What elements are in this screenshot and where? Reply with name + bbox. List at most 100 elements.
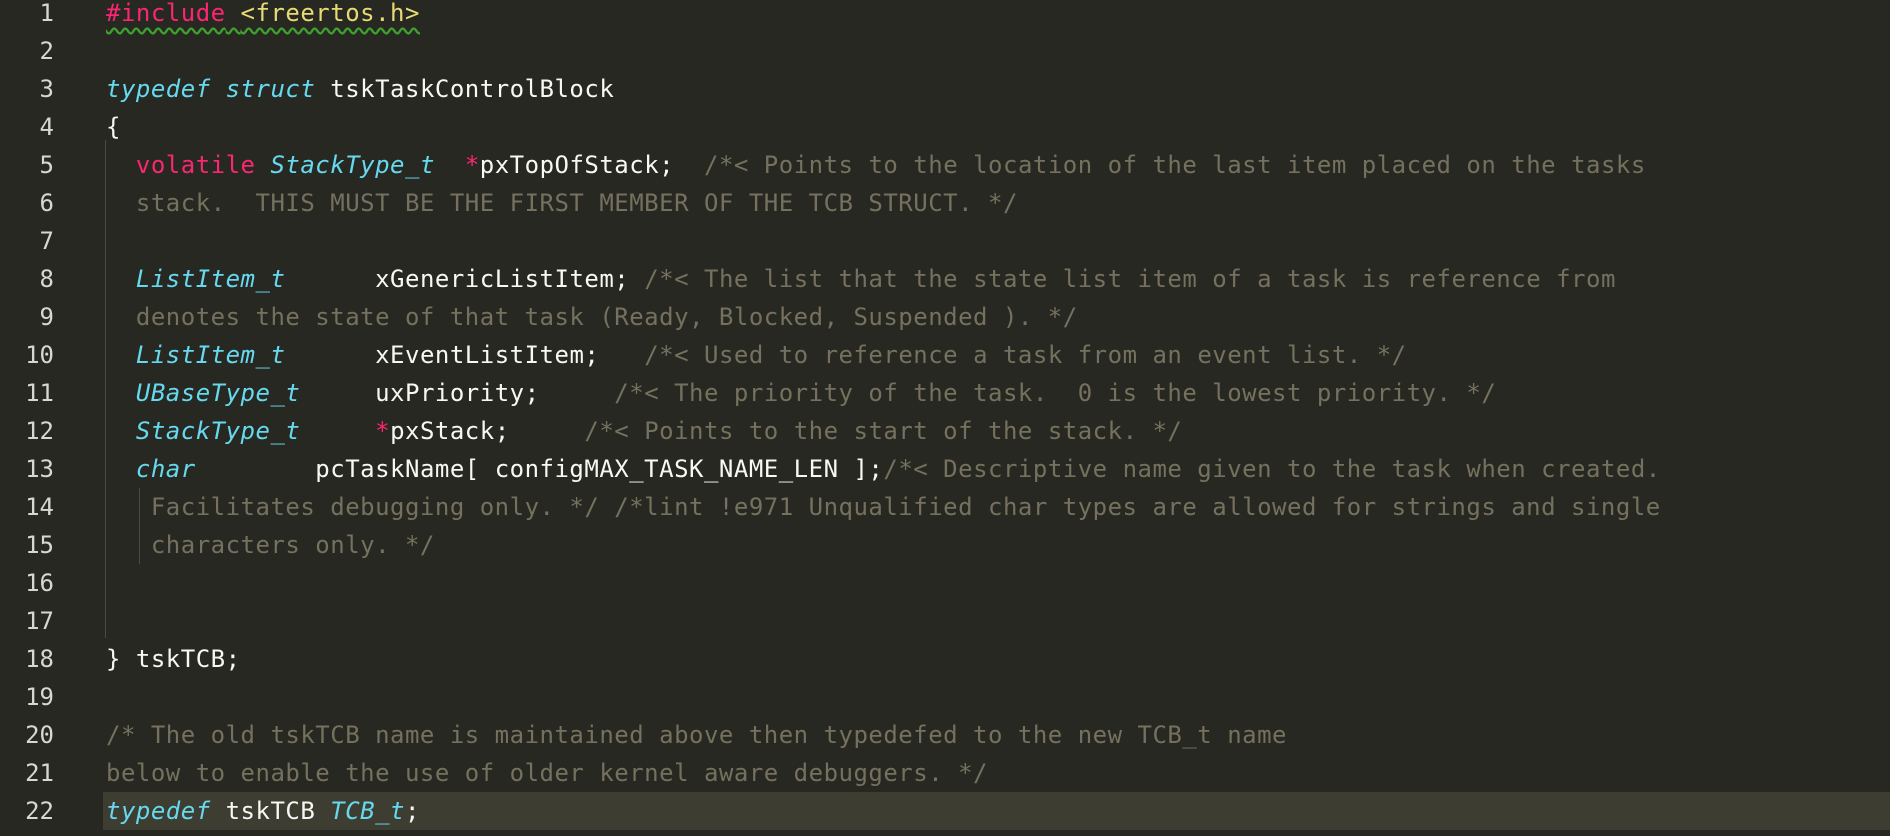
- line-number: 8: [39, 265, 54, 293]
- line-number: 13: [25, 455, 54, 483]
- line-code[interactable]: StackType_t *pxStack; /*< Points to the …: [106, 412, 1182, 450]
- line-code[interactable]: /* The old tskTCB name is maintained abo…: [106, 716, 1287, 754]
- line-number: 5: [39, 151, 54, 179]
- code-token: denotes the state of that task (Ready, B…: [106, 303, 1078, 331]
- code-token: xGenericListItem;: [285, 265, 630, 293]
- line-number: 2: [39, 37, 54, 65]
- code-token: /*< The list that the state list item of…: [629, 265, 1616, 293]
- code-token: /*< Points to the start of the stack. */: [509, 417, 1183, 445]
- code-token: below to enable the use of older kernel …: [106, 759, 989, 787]
- line-number: 9: [39, 303, 54, 331]
- line-code[interactable]: typedef tskTCB TCB_t;: [106, 792, 420, 830]
- line-code[interactable]: {: [106, 108, 121, 146]
- line-code[interactable]: denotes the state of that task (Ready, B…: [106, 298, 1078, 336]
- code-line[interactable]: 22 typedef tskTCB TCB_t;: [25, 792, 1890, 830]
- code-line[interactable]: 3 typedef struct tskTaskControlBlock: [0, 70, 1890, 108]
- code-token: UBaseType_t: [135, 379, 301, 407]
- code-token: } tskTCB;: [106, 645, 241, 673]
- code-line[interactable]: 5 volatile StackType_t *pxTopOfStack; /*…: [0, 146, 1890, 184]
- code-line[interactable]: 19: [0, 678, 1890, 716]
- code-token: characters only. */: [106, 531, 435, 559]
- code-line[interactable]: 21 below to enable the use of older kerne…: [0, 754, 1890, 792]
- code-token: /*< Descriptive name given to the task w…: [883, 455, 1661, 483]
- line-code[interactable]: #include <freertos.h>: [106, 0, 420, 32]
- line-number: 3: [39, 75, 54, 103]
- code-token: {: [106, 113, 121, 141]
- line-code[interactable]: ListItem_t xEventListItem; /*< Used to r…: [106, 336, 1407, 374]
- code-line[interactable]: 7: [0, 222, 1890, 260]
- line-code[interactable]: ListItem_t xGenericListItem; /*< The lis…: [106, 260, 1616, 298]
- line-code[interactable]: characters only. */: [106, 526, 435, 564]
- code-token: /*< Points to the location of the last i…: [674, 151, 1646, 179]
- code-editor[interactable]: 1 #include <freertos.h> 2 3 typedef struct t…: [0, 0, 1890, 836]
- code-token: pxTopOfStack;: [479, 151, 675, 179]
- code-token: *: [464, 151, 480, 179]
- code-token: tskTaskControlBlock: [315, 75, 615, 103]
- code-token: <freertos.h>: [240, 0, 420, 27]
- code-line[interactable]: 16: [0, 564, 1890, 602]
- line-number: 12: [25, 417, 54, 445]
- code-token: TCB_t: [330, 797, 405, 825]
- code-line[interactable]: 14 Facilitates debugging only. */ /*lint…: [0, 488, 1890, 526]
- line-code[interactable]: Facilitates debugging only. */ /*lint !e…: [106, 488, 1661, 526]
- code-token: pxStack;: [390, 417, 510, 445]
- code-line[interactable]: 11 UBaseType_t uxPriority; /*< The prior…: [0, 374, 1890, 412]
- line-number: 11: [25, 379, 54, 407]
- code-token: /*< The priority of the task. 0 is the l…: [539, 379, 1497, 407]
- code-token: typedef struct: [106, 75, 316, 103]
- line-number: 15: [25, 531, 54, 559]
- code-token: StackType_t: [135, 417, 301, 445]
- code-token: ;: [405, 797, 420, 825]
- line-code[interactable]: typedef struct tskTaskControlBlock: [106, 70, 614, 108]
- code-line[interactable]: 15 characters only. */: [0, 526, 1890, 564]
- code-line[interactable]: 2: [0, 32, 1890, 70]
- code-token: char: [135, 455, 196, 483]
- code-line[interactable]: 10 ListItem_t xEventListItem; /*< Used t…: [0, 336, 1890, 374]
- code-token: tskTCB: [210, 797, 331, 825]
- code-token: ListItem_t: [135, 265, 286, 293]
- line-number: 4: [39, 113, 54, 141]
- line-code[interactable]: volatile StackType_t *pxTopOfStack; /*< …: [106, 146, 1646, 184]
- code-token: /*< Used to reference a task from an eve…: [599, 341, 1407, 369]
- line-number: 19: [25, 683, 54, 711]
- code-token: typedef: [106, 797, 211, 825]
- code-token: xEventListItem;: [285, 341, 600, 369]
- line-number: 21: [25, 759, 54, 787]
- line-number: 14: [25, 493, 54, 521]
- line-code[interactable]: UBaseType_t uxPriority; /*< The priority…: [106, 374, 1496, 412]
- line-number: 10: [25, 341, 54, 369]
- code-line[interactable]: 20 /* The old tskTCB name is maintained a…: [0, 716, 1890, 754]
- line-code[interactable]: } tskTCB;: [106, 640, 241, 678]
- code-line[interactable]: 13 char pcTaskName[ configMAX_TASK_NAME_…: [0, 450, 1890, 488]
- code-token: *: [375, 417, 391, 445]
- code-token: /* The old tskTCB name is maintained abo…: [106, 721, 1287, 749]
- code-line[interactable]: 6 stack. THIS MUST BE THE FIRST MEMBER O…: [0, 184, 1890, 222]
- code-line[interactable]: 1 #include <freertos.h>: [0, 0, 1890, 32]
- code-token: pcTaskName[ configMAX_TASK_NAME_LEN ];: [195, 455, 884, 483]
- code-token: StackType_t: [270, 151, 435, 179]
- line-code[interactable]: below to enable the use of older kernel …: [106, 754, 988, 792]
- code-token: volatile: [135, 151, 256, 179]
- code-token: ListItem_t: [135, 341, 286, 369]
- line-number: 6: [39, 189, 54, 217]
- code-token: uxPriority;: [300, 379, 540, 407]
- line-code[interactable]: char pcTaskName[ configMAX_TASK_NAME_LEN…: [106, 450, 1661, 488]
- code-line[interactable]: 17: [0, 602, 1890, 640]
- line-code[interactable]: stack. THIS MUST BE THE FIRST MEMBER OF …: [106, 184, 1018, 222]
- code-line[interactable]: 9 denotes the state of that task (Ready,…: [0, 298, 1890, 336]
- code-line[interactable]: 4{: [0, 108, 1890, 146]
- code-line[interactable]: 18} tskTCB;: [0, 640, 1890, 678]
- code-line[interactable]: 12 StackType_t *pxStack; /*< Points to t…: [0, 412, 1890, 450]
- line-number: 20: [25, 721, 54, 749]
- code-line[interactable]: 8 ListItem_t xGenericListItem; /*< The l…: [0, 260, 1890, 298]
- code-token: Facilitates debugging only. */ /*lint !e…: [106, 493, 1661, 521]
